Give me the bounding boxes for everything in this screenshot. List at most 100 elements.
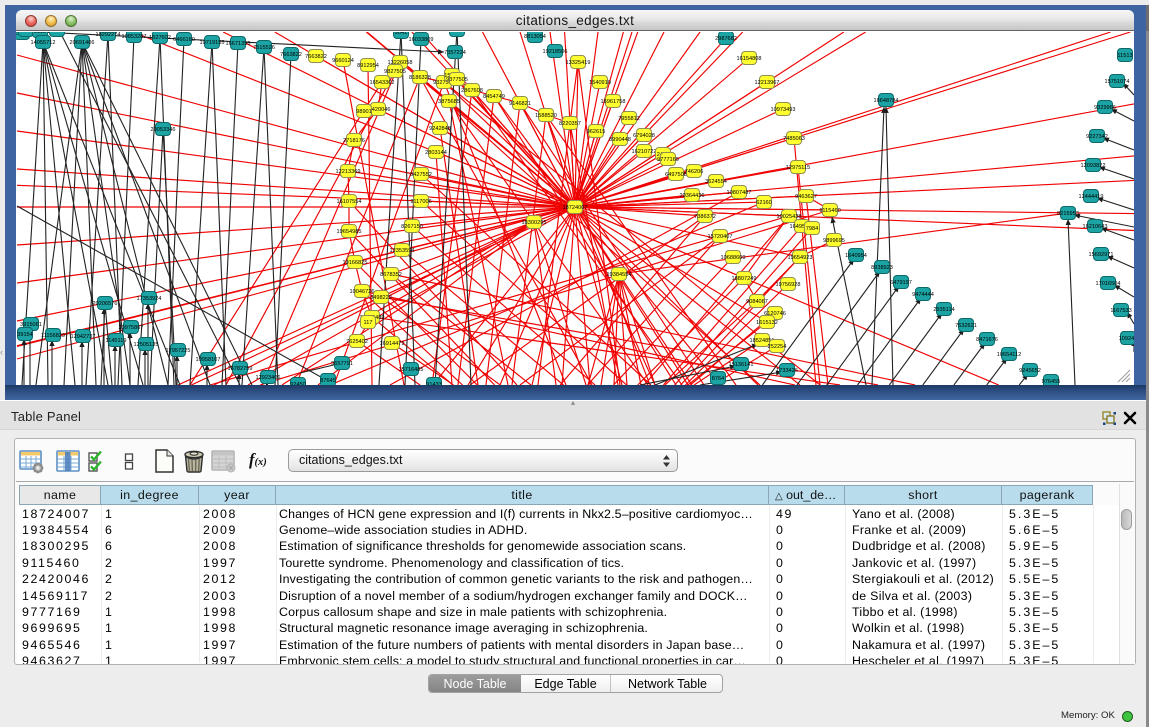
svg-text:18019: 18019 <box>449 32 465 34</box>
svg-text:1588520: 1588520 <box>535 113 557 119</box>
svg-text:1540910: 1540910 <box>589 80 611 86</box>
svg-text:16033809: 16033809 <box>409 37 434 43</box>
svg-text:17016504: 17016504 <box>1096 281 1121 287</box>
svg-text:9041: 9041 <box>395 32 407 36</box>
svg-text:18292274: 18292274 <box>96 32 121 38</box>
svg-text:8454749: 8454749 <box>483 94 505 100</box>
svg-text:8267150: 8267150 <box>401 224 423 230</box>
svg-text:12975115: 12975115 <box>786 165 810 171</box>
svg-text:8990448: 8990448 <box>609 137 631 143</box>
svg-text:14055712: 14055712 <box>31 40 56 46</box>
svg-text:39154: 39154 <box>17 332 33 338</box>
svg-text:6466160: 6466160 <box>173 37 195 43</box>
svg-text:12923406: 12923406 <box>256 375 281 381</box>
svg-text:19654923: 19654923 <box>788 255 813 261</box>
svg-text:7515526: 7515526 <box>253 45 275 51</box>
svg-text:2718176: 2718176 <box>343 138 365 144</box>
svg-text:10688609: 10688609 <box>721 255 746 261</box>
svg-text:12093822: 12093822 <box>1081 163 1106 169</box>
svg-text:8938923: 8938923 <box>871 265 893 271</box>
svg-text:10719155: 10719155 <box>200 40 225 46</box>
svg-text:19384554: 19384554 <box>607 272 632 278</box>
svg-text:9463627: 9463627 <box>795 194 817 200</box>
svg-text:16961758: 16961758 <box>601 99 626 105</box>
svg-text:9377505: 9377505 <box>446 77 468 83</box>
svg-text:15692971: 15692971 <box>1089 252 1114 258</box>
svg-text:11513: 11513 <box>1117 53 1132 59</box>
svg-text:19218506: 19218506 <box>543 49 568 55</box>
svg-text:92450: 92450 <box>290 382 306 385</box>
svg-text:10853287: 10853287 <box>122 34 147 40</box>
svg-text:87645: 87645 <box>320 378 336 384</box>
svg-text:746206: 746206 <box>685 169 704 175</box>
svg-text:117: 117 <box>364 320 373 326</box>
svg-text:8678352: 8678352 <box>380 272 402 278</box>
svg-text:9899695: 9899695 <box>823 238 845 244</box>
svg-text:20206576: 20206576 <box>93 301 118 307</box>
svg-text:3875685: 3875685 <box>438 99 460 105</box>
svg-text:2867608: 2867608 <box>461 88 483 94</box>
svg-text:12213369: 12213369 <box>336 169 361 175</box>
svg-text:9242848: 9242848 <box>429 126 451 132</box>
svg-text:15720407: 15720407 <box>708 234 733 240</box>
svg-text:8427552: 8427552 <box>410 172 432 178</box>
svg-text:16154808: 16154808 <box>737 56 762 62</box>
svg-text:15716485: 15716485 <box>399 367 424 373</box>
svg-text:62160: 62160 <box>756 200 772 206</box>
svg-text:8220357: 8220357 <box>559 121 581 127</box>
svg-text:16210643: 16210643 <box>1083 224 1108 230</box>
svg-text:12444419: 12444419 <box>1079 194 1104 200</box>
svg-text:1640954: 1640954 <box>845 253 867 259</box>
svg-text:2987682: 2987682 <box>715 36 737 42</box>
svg-text:9117006: 9117006 <box>410 199 431 205</box>
svg-text:18300295: 18300295 <box>522 220 547 226</box>
svg-text:9245652: 9245652 <box>1019 368 1041 374</box>
svg-text:1733426: 1733426 <box>776 368 798 374</box>
svg-text:2935114: 2935114 <box>933 307 954 313</box>
svg-text:7357224: 7357224 <box>444 50 466 56</box>
svg-text:10973493: 10973493 <box>771 107 796 113</box>
svg-text:15136141: 15136141 <box>729 362 754 368</box>
svg-text:20975867: 20975867 <box>119 325 144 331</box>
svg-text:19166825: 19166825 <box>343 260 368 266</box>
svg-text:3498222: 3498222 <box>370 295 392 301</box>
svg-text:9660124: 9660124 <box>332 58 354 64</box>
svg-text:7663822: 7663822 <box>305 54 327 60</box>
svg-text:8186328: 8186328 <box>409 75 431 81</box>
svg-text:16648784: 16648784 <box>874 98 899 104</box>
svg-text:8215953: 8215953 <box>1057 211 1079 217</box>
svg-text:16671355: 16671355 <box>226 41 251 47</box>
svg-text:18807249: 18807249 <box>732 276 757 282</box>
svg-text:19756928: 19756928 <box>776 282 801 288</box>
svg-text:20364436: 20364436 <box>680 193 705 199</box>
svg-text:8764: 8764 <box>712 376 724 382</box>
svg-text:9084067: 9084067 <box>746 299 768 305</box>
svg-text:10025438: 10025438 <box>777 214 802 220</box>
svg-text:9657791: 9657791 <box>331 361 353 367</box>
svg-text:8813054: 8813054 <box>524 34 546 40</box>
svg-text:1145119: 1145119 <box>106 338 127 344</box>
svg-text:16107554: 16107554 <box>337 199 362 205</box>
svg-text:9474444: 9474444 <box>912 292 934 298</box>
svg-text:6479197: 6479197 <box>890 280 912 286</box>
svg-text:29053346: 29053346 <box>151 127 176 133</box>
svg-text:9146821: 9146821 <box>509 101 531 107</box>
svg-text:11156829: 11156829 <box>41 333 65 339</box>
svg-text:7632621: 7632621 <box>955 323 977 329</box>
svg-text:19654985: 19654985 <box>337 229 362 235</box>
svg-text:1527602: 1527602 <box>149 35 171 41</box>
svg-text:17957225: 17957225 <box>166 348 191 354</box>
svg-text:7485063: 7485063 <box>783 136 805 142</box>
svg-text:109246: 109246 <box>1119 336 1134 342</box>
svg-text:252254: 252254 <box>768 344 787 350</box>
svg-text:12942737: 12942737 <box>71 334 96 340</box>
svg-text:9329966: 9329966 <box>1094 105 1116 111</box>
svg-text:20394: 20394 <box>18 32 34 34</box>
svg-text:91433: 91433 <box>426 382 442 385</box>
svg-text:9777169: 9777169 <box>657 157 679 163</box>
svg-text:8912954: 8912954 <box>357 63 379 69</box>
svg-text:3624554: 3624554 <box>705 179 727 185</box>
svg-text:7386372: 7386372 <box>694 214 716 220</box>
svg-text:7984: 7984 <box>806 226 818 232</box>
svg-text:17353924: 17353924 <box>137 296 162 302</box>
